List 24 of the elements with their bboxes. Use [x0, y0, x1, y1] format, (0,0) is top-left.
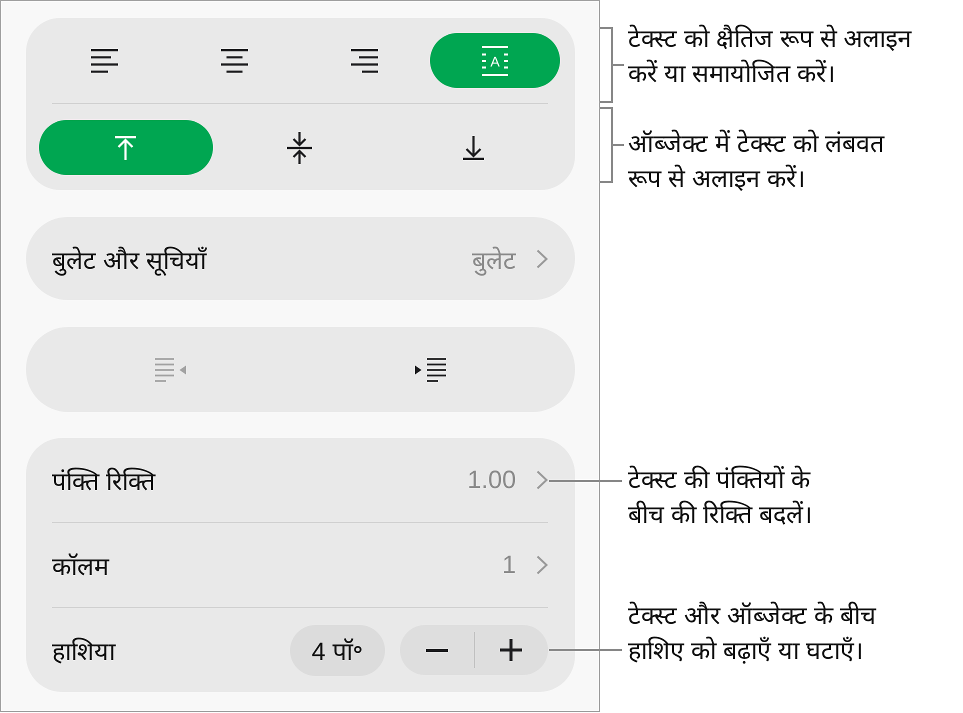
align-center-icon: [220, 48, 248, 72]
setting-label: बुलेट और सूचियाँ: [52, 246, 206, 276]
plus-icon: [500, 639, 522, 661]
setting-label: कॉलम: [52, 552, 109, 582]
setting-label: हाशिया: [52, 636, 115, 667]
callout-text: टेक्स्ट की पंक्तियों के बीच की रिक्ति बदलें।: [628, 464, 812, 531]
align-middle-icon: [287, 132, 312, 164]
chevron-right-icon: [536, 555, 548, 575]
minus-icon: [426, 648, 448, 652]
align-bottom-icon: [462, 136, 484, 160]
callout-text: टेक्स्ट और ऑब्जेक्ट के बीच हाशिए को बढ़ाएँ या घटाएँ।: [628, 600, 876, 667]
callout-text: टेक्स्ट को क्षैतिज रूप से अलाइन करें या समायोजित करें।: [628, 24, 912, 90]
setting-value: 1: [502, 550, 516, 580]
value-field[interactable]: 4 पॉ॰: [290, 624, 385, 676]
setting-value: बुलेट: [472, 246, 516, 276]
align-top-icon: [115, 136, 136, 160]
callout-text: ऑब्जेक्ट में टेक्स्ट को लंबवत रूप से अलाइन करें।: [628, 128, 884, 195]
align-left-icon: [90, 48, 118, 72]
setting-label: पंक्ति रिक्ति: [52, 466, 155, 497]
list-row[interactable]: बुलेट और सूचियाँ बुलेट: [26, 217, 575, 300]
chevron-right-icon: [536, 248, 548, 268]
setting-value: 1.00: [467, 466, 516, 494]
align-right-icon: [351, 48, 378, 72]
chevron-right-icon: [536, 470, 548, 490]
